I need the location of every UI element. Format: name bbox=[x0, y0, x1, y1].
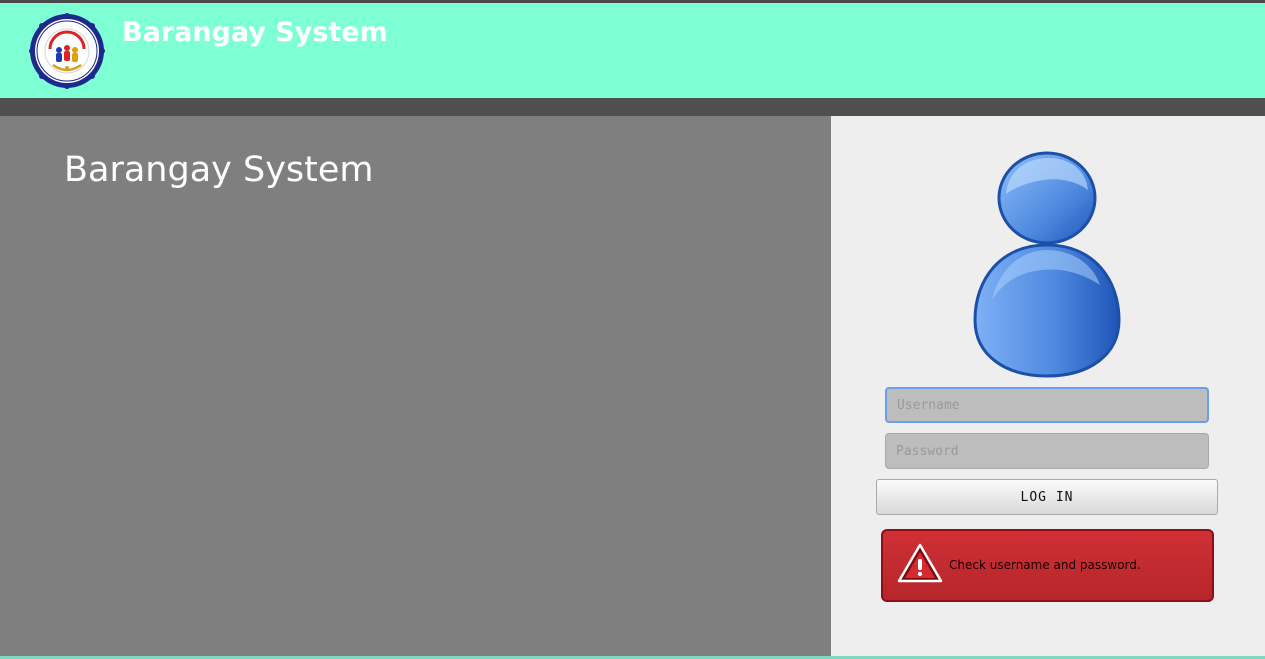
barangay-seal-icon bbox=[29, 13, 105, 89]
username-input[interactable] bbox=[885, 387, 1209, 423]
user-avatar-icon bbox=[973, 151, 1121, 378]
app-header: Barangay System bbox=[0, 3, 1265, 98]
left-panel: Barangay System bbox=[0, 116, 831, 656]
page-title: Barangay System bbox=[64, 150, 374, 190]
warning-triangle-icon bbox=[897, 543, 943, 583]
login-button[interactable]: LOG IN bbox=[876, 479, 1218, 515]
error-alert: Check username and password. bbox=[881, 529, 1214, 602]
header-title: Barangay System bbox=[122, 17, 388, 48]
header-band bbox=[0, 98, 1265, 116]
error-message: Check username and password. bbox=[949, 558, 1141, 572]
password-input[interactable] bbox=[885, 433, 1209, 469]
